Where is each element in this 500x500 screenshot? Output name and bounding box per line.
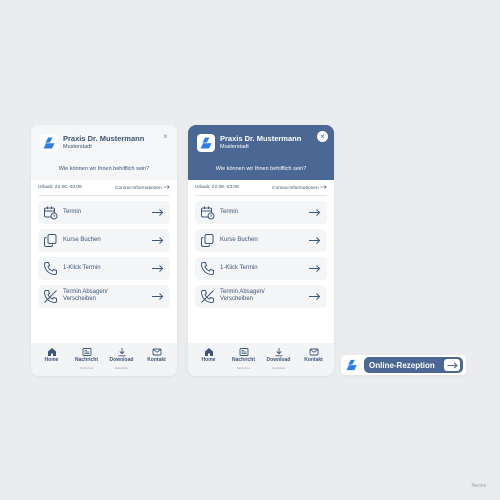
corona-info-link[interactable]: Corona-Informationen <box>272 185 327 191</box>
corona-info-label: Corona-Informationen <box>271 186 319 191</box>
nav-label: Download <box>109 357 134 363</box>
phone-icon <box>43 262 57 276</box>
arrow-right-icon <box>309 237 321 244</box>
nav-label: Kontakt <box>147 357 166 363</box>
nav-sublabel: Nachrichten <box>79 367 94 370</box>
bottom-nav: Home Nachricht Nachrichten Download Date… <box>188 343 334 376</box>
widget-light: Praxis Dr. Mustermann Musterstadt × Wie … <box>31 125 177 376</box>
nav-label: Home <box>201 357 216 363</box>
logo <box>197 134 215 152</box>
vacation-notice: Urlaub: 22.06.-03.08 <box>38 185 82 190</box>
divider <box>195 195 327 196</box>
nav-label: Home <box>44 357 59 363</box>
nav-label: Nachricht <box>231 357 256 363</box>
nav-sublabel: Datenblätter <box>114 367 129 370</box>
info-row: Urlaub: 22.06.-03.08 Corona-Informatione… <box>38 185 170 193</box>
arrow-right-icon <box>309 209 321 216</box>
newspaper-icon <box>239 348 248 356</box>
practice-city: Musterstadt <box>63 144 92 150</box>
arrow-right-icon <box>152 265 164 272</box>
nav-download[interactable]: Download Datenblätter <box>261 343 296 376</box>
nav-kontakt[interactable]: Kontakt <box>139 343 174 376</box>
calendar-clock-icon <box>201 206 215 220</box>
action-termin[interactable]: Termin <box>38 201 170 224</box>
calendar-clock-icon <box>44 206 58 220</box>
mail-icon <box>309 348 318 356</box>
action-label: Kurse Buchen <box>220 237 258 243</box>
action-label: Termin <box>220 209 239 215</box>
copy-icon <box>201 234 214 247</box>
arrow-right-icon <box>447 361 458 369</box>
nav-download[interactable]: Download Datenblätter <box>104 343 139 376</box>
action-list: Termin Kurse Buchen 1-Klick Termin Termi… <box>38 201 170 313</box>
home-icon <box>47 348 56 356</box>
action-1-klick-termin[interactable]: 1-Klick Termin <box>38 257 170 280</box>
signature: Neons <box>471 483 486 489</box>
vacation-notice: Urlaub: 22.06.-03.08 <box>195 185 239 190</box>
arrow-right-icon <box>320 185 327 189</box>
help-question: Wie können wir Ihnen behilflich sein? <box>58 166 150 172</box>
logo-icon <box>43 137 55 149</box>
action-termin-absagen[interactable]: Termin Absagen/ Verscheiben <box>38 285 170 308</box>
nav-label: Download <box>266 357 291 363</box>
action-label: Termin Absagen/ Verscheiben <box>220 289 265 302</box>
phone-off-icon <box>200 290 214 304</box>
mail-icon <box>152 348 161 356</box>
action-label: Termin <box>63 209 82 215</box>
corona-info-link[interactable]: Corona-Informationen <box>115 185 170 191</box>
practice-city: Musterstadt <box>220 144 249 150</box>
close-icon[interactable]: × <box>317 131 328 142</box>
nav-label: Nachricht <box>74 357 99 363</box>
action-label: Termin Absagen/ Verscheiben <box>63 289 108 302</box>
launcher-label: Online-Rezeption <box>369 361 435 370</box>
nav-sublabel: Nachrichten <box>236 367 251 370</box>
action-kurse-buchen[interactable]: Kurse Buchen <box>195 229 327 252</box>
copy-icon <box>44 234 57 247</box>
nav-home[interactable]: Home <box>34 343 69 376</box>
launcher-arrow <box>444 359 460 371</box>
logo <box>40 134 58 152</box>
nav-home[interactable]: Home <box>191 343 226 376</box>
divider <box>38 195 170 196</box>
arrow-right-icon <box>309 265 321 272</box>
logo-icon <box>346 359 357 371</box>
online-rezeption-launcher[interactable]: Online-Rezeption <box>341 355 466 375</box>
newspaper-icon <box>82 348 91 356</box>
action-kurse-buchen[interactable]: Kurse Buchen <box>38 229 170 252</box>
launcher-button[interactable]: Online-Rezeption <box>364 357 463 373</box>
action-label: Kurse Buchen <box>63 237 101 243</box>
nav-sublabel: Datenblätter <box>271 367 286 370</box>
nav-label: Kontakt <box>304 357 323 363</box>
home-icon <box>204 348 213 356</box>
info-row: Urlaub: 22.06.-03.08 Corona-Informatione… <box>195 185 327 193</box>
action-termin[interactable]: Termin <box>195 201 327 224</box>
phone-icon <box>200 262 214 276</box>
widget-header: Praxis Dr. Mustermann Musterstadt × Wie … <box>31 125 177 180</box>
action-list: Termin Kurse Buchen 1-Klick Termin Termi… <box>195 201 327 313</box>
arrow-right-icon <box>309 293 321 300</box>
download-icon <box>118 348 125 357</box>
practice-name: Praxis Dr. Mustermann <box>63 134 145 143</box>
arrow-right-icon <box>152 237 164 244</box>
action-label: 1-Klick Termin <box>220 265 258 271</box>
arrow-right-icon <box>152 209 164 216</box>
nav-nachricht[interactable]: Nachricht Nachrichten <box>69 343 104 376</box>
action-label: 1-Klick Termin <box>63 265 101 271</box>
logo-icon <box>200 137 212 149</box>
bottom-nav: Home Nachricht Nachrichten Download Date… <box>31 343 177 376</box>
arrow-right-icon <box>163 185 170 189</box>
action-1-klick-termin[interactable]: 1-Klick Termin <box>195 257 327 280</box>
phone-off-icon <box>43 290 57 304</box>
arrow-right-icon <box>152 293 164 300</box>
download-icon <box>275 348 282 357</box>
widget-dark: Praxis Dr. Mustermann Musterstadt × Wie … <box>188 125 334 376</box>
corona-info-label: Corona-Informationen <box>114 186 162 191</box>
widget-header: Praxis Dr. Mustermann Musterstadt × Wie … <box>188 125 334 180</box>
nav-nachricht[interactable]: Nachricht Nachrichten <box>226 343 261 376</box>
help-question: Wie können wir Ihnen behilflich sein? <box>215 166 307 172</box>
nav-kontakt[interactable]: Kontakt <box>296 343 331 376</box>
close-icon[interactable]: × <box>160 131 171 142</box>
action-termin-absagen[interactable]: Termin Absagen/ Verscheiben <box>195 285 327 308</box>
practice-name: Praxis Dr. Mustermann <box>220 134 302 143</box>
